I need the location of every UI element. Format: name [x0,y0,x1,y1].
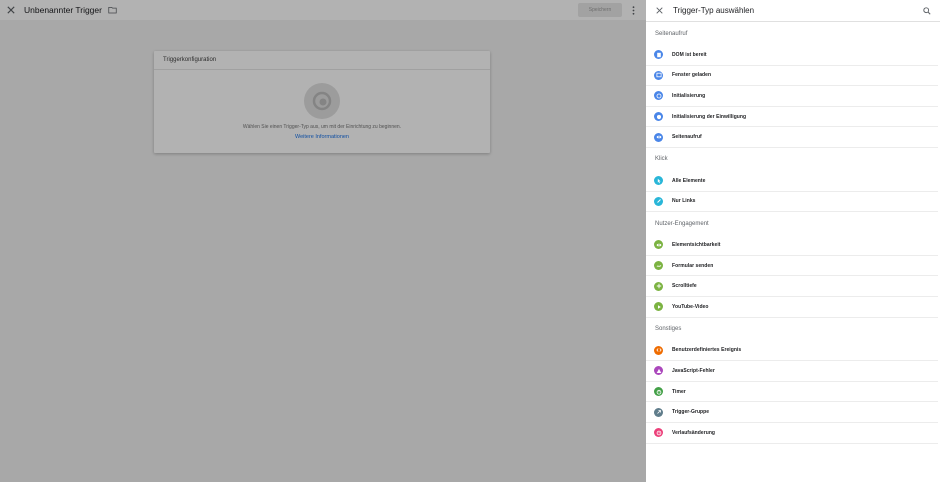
trigger-type-label: DOM ist bereit [672,51,707,58]
document-icon [654,50,663,60]
trigger-type-item[interactable]: Elementsichtbarkeit [646,235,938,256]
trigger-type-item[interactable]: YouTube-Video [646,297,938,318]
section-title-sonstiges: Sonstiges [655,326,682,333]
trigger-type-item[interactable]: Scrolltiefe [646,276,938,297]
trigger-type-item[interactable]: Benutzerdefiniertes Ereignis [646,341,938,362]
section-title-nutzer-engagement: Nutzer-Engagement [655,220,709,227]
trigger-type-item[interactable]: Initialisierung [646,86,938,107]
trigger-type-panel: Trigger-Typ auswählen Seitenaufruf DOM i… [646,0,940,482]
trigger-type-item[interactable]: Alle Elemente [646,171,938,192]
trigger-type-item[interactable]: JavaScript-Fehler [646,361,938,382]
trigger-type-label: Alle Elemente [672,177,706,184]
trigger-type-label: Verlaufsänderung [672,429,716,436]
window-icon [654,70,663,80]
panel-header: Trigger-Typ auswählen [646,0,940,22]
trigger-type-item[interactable]: Seitenaufruf [646,127,938,148]
link-icon [654,196,663,206]
group-icon [654,407,663,417]
trigger-type-label: Benutzerdefiniertes Ereignis [672,347,742,354]
trigger-type-item[interactable]: Trigger-Gruppe [646,402,938,423]
trigger-type-label: JavaScript-Fehler [672,367,715,374]
trigger-type-label: Elementsichtbarkeit [672,241,721,248]
modal-scrim[interactable] [0,0,646,482]
trigger-type-label: Fenster geladen [672,72,712,79]
trigger-type-item[interactable]: Fenster geladen [646,66,938,87]
trigger-type-label: YouTube-Video [672,303,709,310]
search-icon [923,7,931,15]
scroll-icon [654,281,663,291]
trigger-type-item[interactable]: Initialisierung der Einwilligung [646,107,938,128]
close-icon [655,7,663,14]
play-icon [654,302,663,312]
trigger-type-item[interactable]: Verlaufsänderung [646,423,938,444]
trigger-type-label: Nur Links [672,198,696,205]
cursor-icon [654,176,663,186]
section-title-klick: Klick [655,156,668,163]
trigger-type-item[interactable]: DOM ist bereit [646,45,938,66]
timer-icon [654,387,663,397]
visibility-icon [654,240,663,250]
panel-title: Trigger-Typ auswählen [673,6,755,15]
code-icon [654,345,663,355]
trigger-type-label: Initialisierung [672,92,706,99]
search-button[interactable] [920,4,934,18]
trigger-type-label: Formular senden [672,262,714,269]
trigger-type-label: Seitenaufruf [672,134,702,141]
consent-icon [654,112,663,122]
history-icon [654,428,663,438]
trigger-type-item[interactable]: Timer [646,382,938,403]
trigger-type-item[interactable]: Nur Links [646,192,938,213]
section-title-seitenaufruf: Seitenaufruf [655,30,688,37]
trigger-type-list: Seitenaufruf DOM ist bereit Fenster gela… [646,22,940,444]
trigger-type-label: Scrolltiefe [672,283,697,290]
form-icon [654,261,663,271]
trigger-type-label: Trigger-Gruppe [672,409,710,416]
trigger-type-label: Initialisierung der Einwilligung [672,113,747,120]
trigger-type-label: Timer [672,388,686,395]
warning-icon [654,366,663,376]
close-panel-button[interactable] [646,0,672,22]
eye-icon [654,132,663,142]
trigger-type-item[interactable]: Formular senden [646,256,938,277]
power-icon [654,91,663,101]
